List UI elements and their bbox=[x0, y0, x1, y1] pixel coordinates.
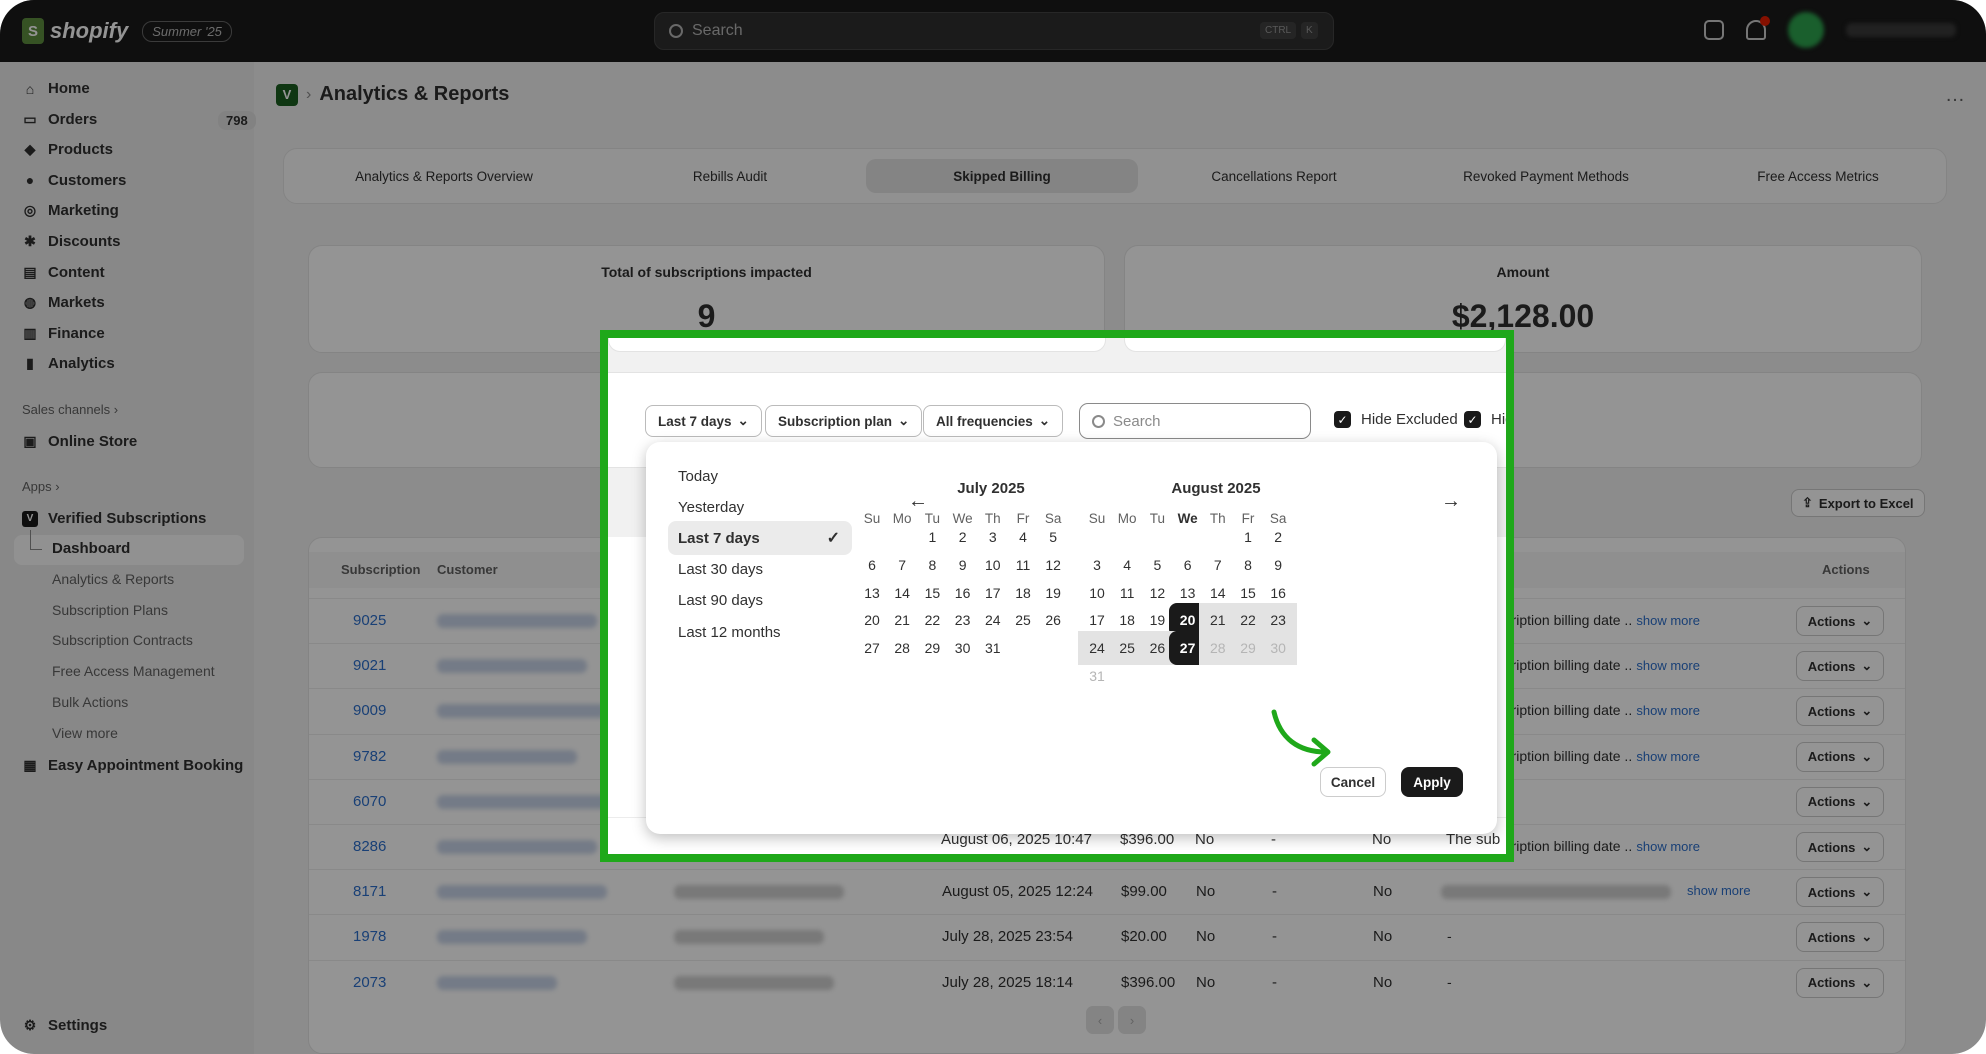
stat-card-edge bbox=[1124, 338, 1506, 352]
subscription-plan-dropdown[interactable]: Subscription plan ⌄ bbox=[765, 405, 923, 437]
hide-excluded-checkbox[interactable]: ✓ Hide Excluded bbox=[1334, 411, 1458, 428]
preset-last-12-months[interactable]: Last 12 months bbox=[668, 615, 852, 649]
stat-card-edge bbox=[608, 338, 1106, 352]
frequency-dropdown[interactable]: All frequencies ⌄ bbox=[923, 405, 1064, 437]
preset-last-30-days[interactable]: Last 30 days bbox=[668, 553, 852, 587]
chevron-down-icon: ⌄ bbox=[1038, 413, 1051, 428]
preset-yesterday[interactable]: Yesterday bbox=[668, 490, 852, 524]
date-range-picker: Today Yesterday Last 7 days ✓ Last 30 days La… bbox=[646, 442, 1497, 834]
hide-resolved-checkbox[interactable]: ✓Hide Resolved bbox=[1464, 411, 1506, 428]
green-arrow-annotation bbox=[1271, 709, 1331, 767]
app-window: S shopify Summer '25 Search CTRL K ⌂ Home… bbox=[0, 0, 1986, 1054]
preset-today[interactable]: Today bbox=[668, 459, 852, 493]
checkmark-icon: ✓ bbox=[1334, 411, 1351, 428]
checkmark-icon: ✓ bbox=[1464, 411, 1481, 428]
highlight-content: August 06, 2025 10:47 $396.00 No - No Th… bbox=[608, 338, 1506, 854]
calendar-day: 31 bbox=[1089, 668, 1105, 684]
preset-label: Last 12 months bbox=[678, 623, 781, 641]
search-icon bbox=[1092, 414, 1105, 428]
checkmark-icon: ✓ bbox=[826, 530, 840, 548]
preset-last-7-days[interactable]: Last 7 days ✓ bbox=[668, 521, 852, 556]
preset-label: Last 30 days bbox=[678, 561, 764, 579]
cancel-button[interactable]: Cancel bbox=[1320, 767, 1386, 797]
preset-label: Last 7 days bbox=[678, 529, 760, 547]
calendar-day[interactable]: 31 bbox=[974, 631, 1012, 665]
chevron-down-icon: ⌄ bbox=[737, 413, 749, 428]
calendar-day: 30 bbox=[1259, 631, 1298, 666]
next-month-arrow-icon[interactable]: → bbox=[1441, 490, 1461, 513]
month-title: August 2025 bbox=[1171, 480, 1261, 497]
highlight-box: August 06, 2025 10:47 $396.00 No - No Th… bbox=[600, 330, 1514, 862]
table-search-input[interactable]: Search bbox=[1079, 403, 1311, 439]
date-range-dropdown[interactable]: Last 7 days ⌄ bbox=[645, 405, 762, 437]
apply-button[interactable]: Apply bbox=[1401, 767, 1463, 797]
preset-label: Today bbox=[678, 467, 719, 485]
calendar-day[interactable]: 26 bbox=[1034, 603, 1072, 637]
preset-last-90-days[interactable]: Last 90 days bbox=[668, 584, 852, 618]
chevron-down-icon: ⌄ bbox=[898, 413, 910, 428]
preset-label: Last 90 days bbox=[678, 592, 764, 610]
preset-label: Yesterday bbox=[678, 498, 745, 516]
